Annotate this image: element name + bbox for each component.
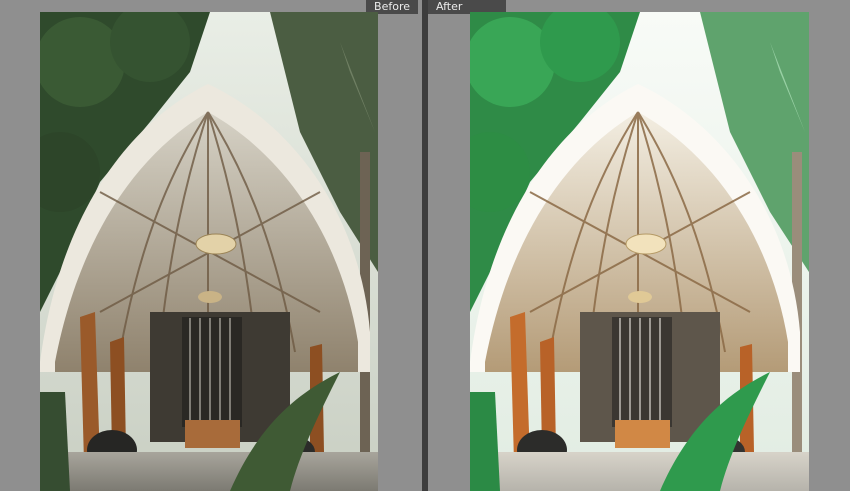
after-photo-image (470, 12, 809, 491)
before-pane: Before (0, 0, 422, 491)
before-photo-image (40, 12, 378, 491)
after-photo[interactable] (470, 12, 809, 491)
after-pane: After (428, 0, 850, 491)
before-photo[interactable] (40, 12, 378, 491)
